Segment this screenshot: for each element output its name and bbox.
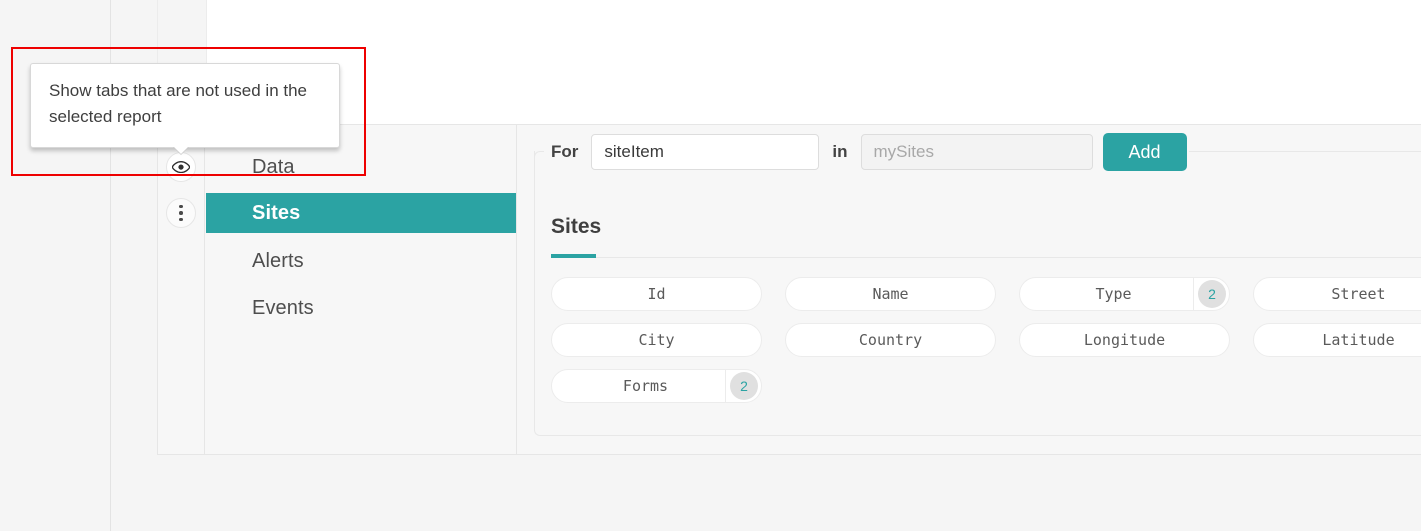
field-pill-label: Type <box>1020 285 1193 303</box>
top-white-area <box>207 0 1421 124</box>
panel-icon-gutter <box>157 124 205 455</box>
field-pill-label: Country <box>859 331 922 349</box>
sidebar-item-label: Sites <box>252 202 300 225</box>
sidebar-item-data[interactable]: Data <box>206 147 517 187</box>
kebab-menu-icon[interactable] <box>166 198 196 228</box>
field-pill-latitude[interactable]: Latitude <box>1253 323 1421 357</box>
tooltip-arrow-icon <box>173 146 189 154</box>
field-pill-label: Street <box>1331 285 1385 303</box>
field-pill-id[interactable]: Id <box>551 277 762 311</box>
field-pill-row: Id Name Type 2 Street <box>551 277 1421 311</box>
field-pill-badge[interactable]: 2 <box>1198 280 1226 308</box>
add-button[interactable]: Add <box>1103 133 1187 171</box>
field-pill-type[interactable]: Type 2 <box>1019 277 1230 311</box>
sidebar-item-label: Data <box>252 156 295 179</box>
eye-icon[interactable] <box>166 152 196 182</box>
app-root: Data Sites Alerts Events For in Add Site… <box>0 0 1421 531</box>
field-pill-city[interactable]: City <box>551 323 762 357</box>
section-active-underline <box>551 254 596 258</box>
field-pill-label: Forms <box>552 377 725 395</box>
fieldset-top-left-corner <box>534 151 544 161</box>
tooltip-text: Show tabs that are not used in the selec… <box>49 81 307 126</box>
field-pill-label: Id <box>647 285 665 303</box>
field-pill-separator <box>1193 278 1194 310</box>
field-pill-separator <box>725 370 726 402</box>
field-pill-label: Latitude <box>1322 331 1394 349</box>
in-input[interactable] <box>861 134 1093 170</box>
field-pill-name[interactable]: Name <box>785 277 996 311</box>
field-pill-row: City Country Longitude Latitude <box>551 323 1421 357</box>
for-label: For <box>548 142 581 162</box>
field-pill-label: Name <box>872 285 908 303</box>
field-editor-content: For in Add Sites Id Name Type 2 <box>534 151 1421 436</box>
field-pill-street[interactable]: Street <box>1253 277 1421 311</box>
for-input[interactable] <box>591 134 819 170</box>
field-pill-longitude[interactable]: Longitude <box>1019 323 1230 357</box>
field-pill-row: Forms 2 <box>551 369 1421 403</box>
sidebar-item-sites[interactable]: Sites <box>206 193 517 233</box>
sidebar-item-events[interactable]: Events <box>206 288 517 328</box>
tab-list: Data Sites Alerts Events <box>206 124 517 455</box>
sidebar-item-alerts[interactable]: Alerts <box>206 241 517 281</box>
field-pill-label: City <box>638 331 674 349</box>
field-pill-label: Longitude <box>1084 331 1165 349</box>
tab-list-divider <box>516 124 517 455</box>
section-title: Sites <box>551 215 601 239</box>
field-pill-country[interactable]: Country <box>785 323 996 357</box>
fieldset-top-right-rule <box>1189 151 1421 152</box>
tooltip: Show tabs that are not used in the selec… <box>30 63 340 148</box>
sidebar-item-label: Events <box>252 297 314 320</box>
sidebar-item-label: Alerts <box>252 250 304 273</box>
section-rule <box>551 257 1421 258</box>
for-in-row: For in Add <box>548 135 1187 169</box>
field-pill-forms[interactable]: Forms 2 <box>551 369 762 403</box>
field-pill-grid: Id Name Type 2 Street City <box>551 277 1421 415</box>
field-pill-badge[interactable]: 2 <box>730 372 758 400</box>
in-label: in <box>829 142 850 162</box>
